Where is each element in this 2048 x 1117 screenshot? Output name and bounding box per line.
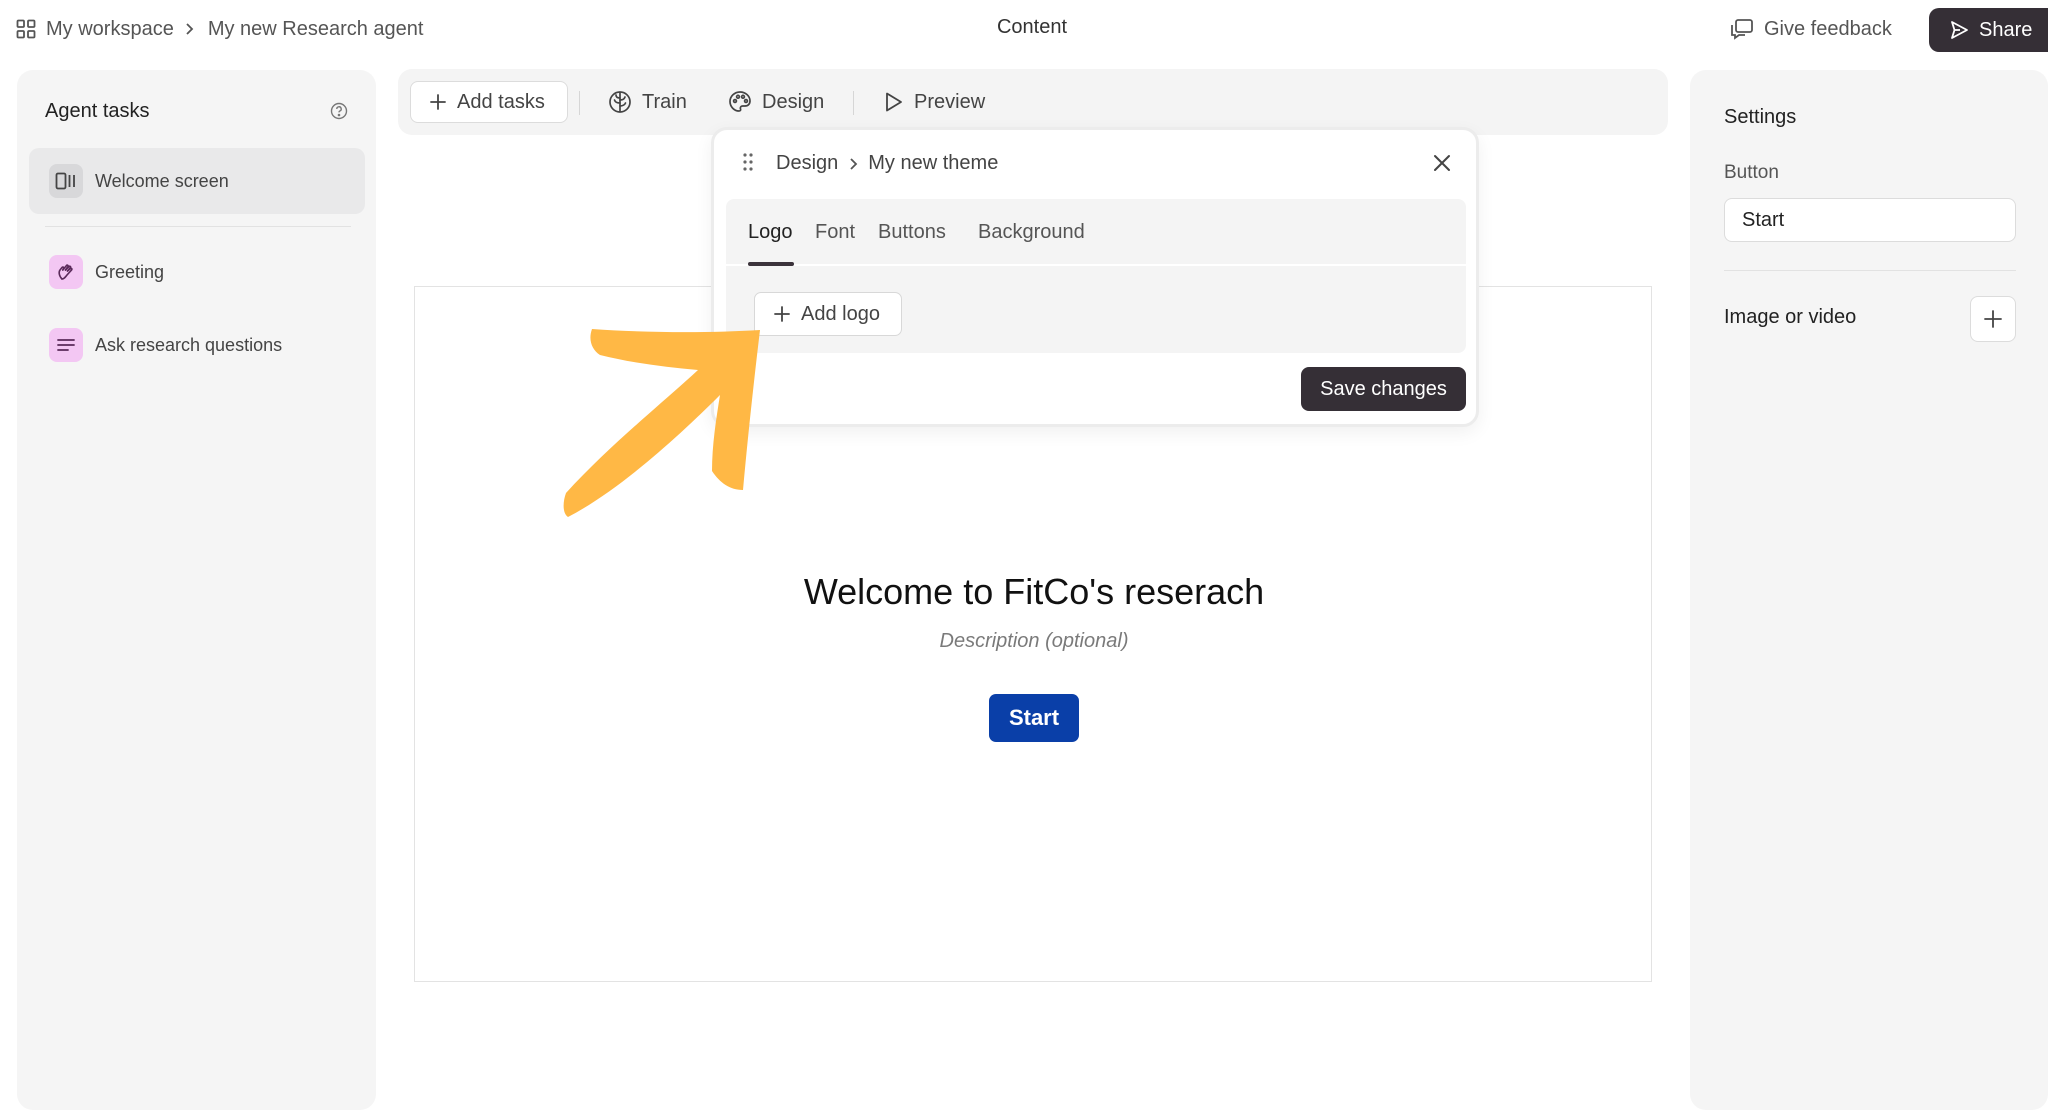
task-label: Ask research questions (95, 334, 283, 355)
tab-background[interactable]: Background (978, 221, 1085, 244)
task-divider (45, 226, 351, 227)
close-icon[interactable] (1431, 152, 1453, 174)
image-or-video-label: Image or video (1724, 306, 1857, 328)
task-greeting[interactable]: Greeting (29, 239, 365, 305)
chevron-right-icon (848, 157, 858, 171)
design-label: Design (762, 90, 825, 113)
popover-breadcrumb: Design My new theme (776, 152, 998, 175)
train-label: Train (642, 90, 687, 113)
design-theme-popover: Design My new theme Logo Font Buttons Ba… (711, 127, 1479, 427)
toolbar-divider (579, 91, 580, 115)
design-button[interactable]: Design (728, 81, 824, 123)
play-icon (882, 91, 904, 113)
settings-panel: Settings Button Image or video (1690, 70, 2048, 1110)
send-icon (1949, 20, 1969, 40)
active-tab-indicator (748, 262, 794, 266)
plus-icon (429, 93, 447, 111)
task-label: Greeting (95, 261, 165, 282)
breadcrumb: My workspace My new Research agent (16, 14, 423, 44)
drag-handle-icon[interactable] (742, 152, 754, 172)
start-button[interactable]: Start (989, 694, 1079, 742)
give-feedback-button[interactable]: Give feedback (1730, 14, 1892, 44)
preview-label: Preview (914, 90, 986, 113)
settings-title: Settings (1724, 106, 1797, 128)
add-tasks-label: Add tasks (457, 90, 545, 113)
plus-icon (1983, 309, 2003, 329)
welcome-title[interactable]: Welcome to FitCo's reserach (415, 571, 1653, 613)
breadcrumb-workspace[interactable]: My workspace (46, 18, 174, 41)
save-changes-button[interactable]: Save changes (1301, 367, 1466, 411)
train-button[interactable]: Train (608, 81, 687, 123)
tab-logo[interactable]: Logo (748, 221, 793, 244)
breadcrumb-design[interactable]: Design (776, 152, 838, 175)
preview-button[interactable]: Preview (882, 81, 985, 123)
palette-icon (728, 90, 752, 114)
button-text-input[interactable] (1724, 198, 2016, 242)
give-feedback-label: Give feedback (1764, 17, 1892, 40)
tab-font[interactable]: Font (815, 221, 855, 244)
share-label: Share (1979, 18, 2033, 41)
theme-tabs: Logo Font Buttons Background (726, 199, 1466, 266)
agent-tasks-title: Agent tasks (45, 100, 150, 122)
add-media-button[interactable] (1970, 296, 2016, 342)
top-bar: My workspace My new Research agent Conte… (0, 0, 2048, 58)
task-ask-research-questions[interactable]: Ask research questions (29, 312, 365, 378)
add-tasks-button[interactable]: Add tasks (410, 81, 568, 123)
tab-buttons[interactable]: Buttons (878, 221, 946, 244)
add-logo-button[interactable]: Add logo (754, 292, 902, 336)
theme-settings-area: Logo Font Buttons Background Add logo (726, 199, 1466, 353)
brain-icon (608, 90, 632, 114)
text-lines-icon (49, 328, 83, 362)
welcome-screen-icon (49, 164, 83, 198)
page-title: Content (996, 16, 1068, 38)
waving-hand-icon (49, 255, 83, 289)
task-label: Welcome screen (95, 170, 229, 191)
agent-tasks-panel: Agent tasks Welcome screen Greeting Ask … (17, 70, 376, 1110)
settings-divider (1724, 270, 2016, 271)
plus-icon (773, 305, 791, 323)
feedback-icon (1730, 18, 1754, 40)
breadcrumb-theme: My new theme (868, 152, 999, 174)
annotation-arrow-icon (560, 325, 770, 525)
grid-icon[interactable] (16, 19, 36, 39)
chevron-right-icon (184, 22, 194, 36)
editor-toolbar: Add tasks Train Design Preview (398, 69, 1668, 135)
toolbar-divider (853, 91, 854, 115)
task-welcome-screen[interactable]: Welcome screen (29, 148, 365, 214)
help-icon[interactable] (330, 102, 348, 120)
add-logo-label: Add logo (801, 302, 880, 325)
description-placeholder[interactable]: Description (optional) (415, 630, 1653, 653)
breadcrumb-agent[interactable]: My new Research agent (208, 18, 424, 41)
button-field-label: Button (1724, 162, 1779, 183)
share-button[interactable]: Share (1929, 8, 2048, 52)
